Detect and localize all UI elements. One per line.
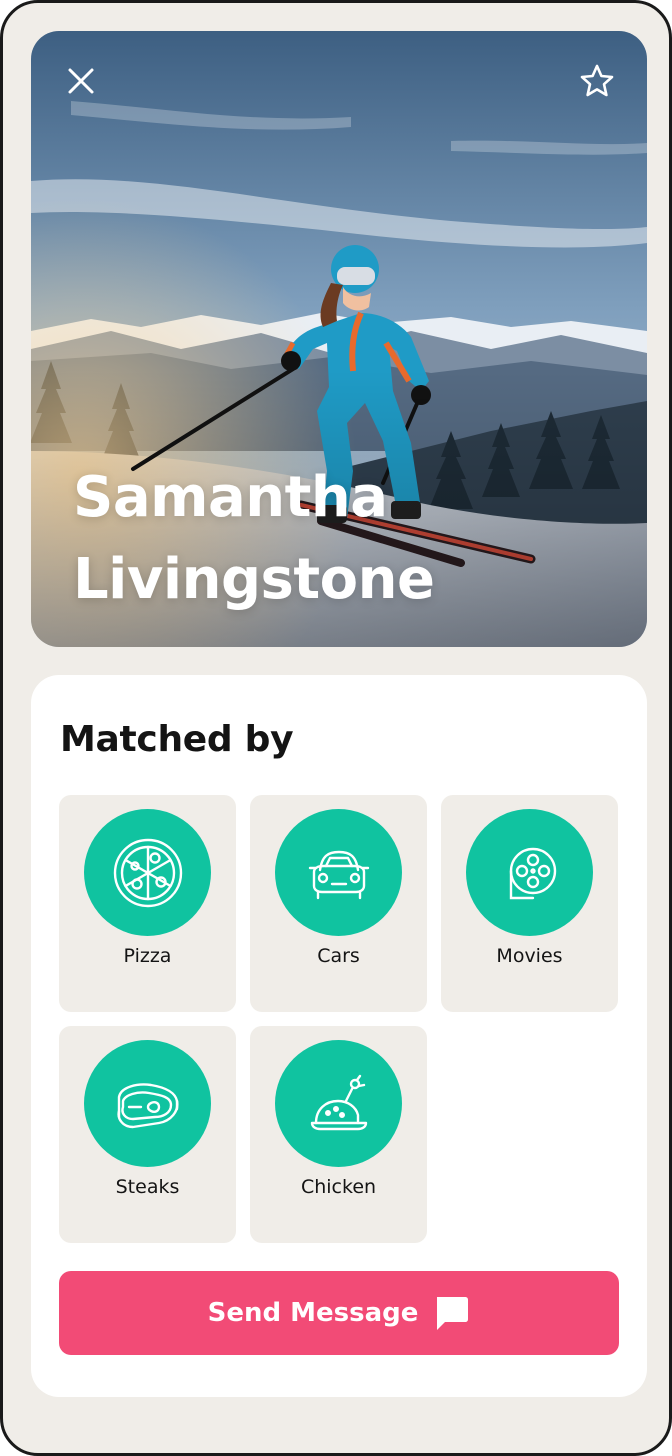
match-icon-circle bbox=[275, 809, 402, 936]
close-button[interactable] bbox=[59, 59, 103, 103]
send-message-button[interactable]: Send Message bbox=[59, 1271, 619, 1355]
last-name: Livingstone bbox=[73, 547, 435, 612]
phone-frame: Samantha Livingstone Matched by Pizza Ca… bbox=[0, 0, 672, 1456]
chat-bubble-icon bbox=[437, 1297, 469, 1330]
first-name: Samantha bbox=[73, 465, 388, 530]
favorite-button[interactable] bbox=[575, 59, 619, 103]
match-label: Chicken bbox=[300, 1176, 377, 1198]
send-message-label: Send Message bbox=[207, 1298, 419, 1328]
match-icon-circle bbox=[84, 1040, 211, 1167]
pizza-icon bbox=[113, 838, 182, 907]
match-tile-pizza[interactable]: Pizza bbox=[59, 795, 236, 1012]
match-label: Steaks bbox=[115, 1176, 180, 1198]
matched-by-title: Matched by bbox=[60, 719, 294, 760]
steak-icon bbox=[116, 1082, 178, 1128]
match-tile-cars[interactable]: Cars bbox=[250, 795, 427, 1012]
match-icon-circle bbox=[466, 809, 593, 936]
car-icon bbox=[308, 850, 369, 899]
match-tile-steaks[interactable]: Steaks bbox=[59, 1026, 236, 1243]
match-tile-chicken[interactable]: Chicken bbox=[250, 1026, 427, 1243]
match-label: Pizza bbox=[123, 945, 172, 967]
match-label: Movies bbox=[496, 945, 563, 967]
star-outline-icon bbox=[580, 64, 614, 97]
matched-by-card: Matched by Pizza Cars Movies Steaks Chic… bbox=[31, 675, 647, 1397]
roast-chicken-icon bbox=[310, 1074, 367, 1130]
match-icon-circle bbox=[275, 1040, 402, 1167]
match-tile-movies[interactable]: Movies bbox=[441, 795, 618, 1012]
profile-name: Samantha Livingstone bbox=[73, 457, 593, 621]
profile-photo: Samantha Livingstone bbox=[31, 31, 647, 647]
close-icon bbox=[68, 68, 94, 94]
match-icon-circle bbox=[84, 809, 211, 936]
film-reel-icon bbox=[509, 847, 556, 899]
match-label: Cars bbox=[317, 945, 360, 967]
